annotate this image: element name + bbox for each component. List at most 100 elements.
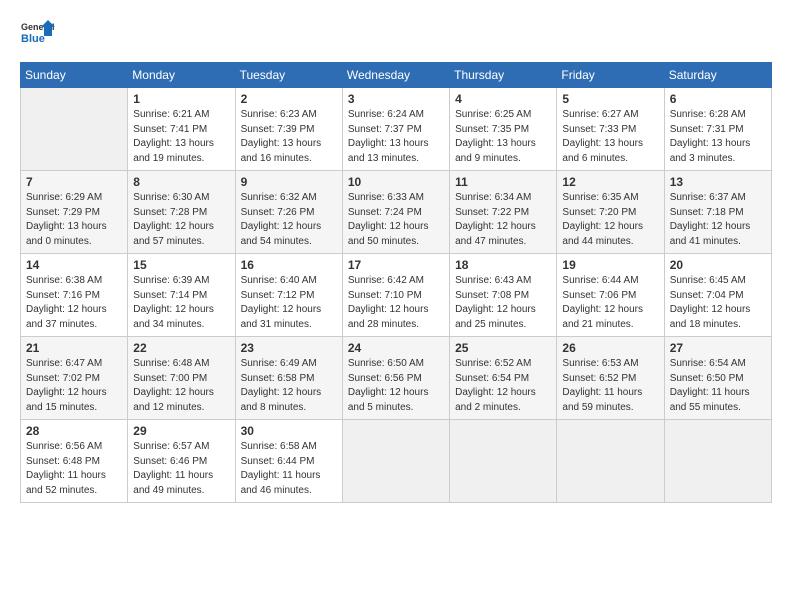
weekday-header-cell: Tuesday <box>235 63 342 88</box>
day-info: Sunrise: 6:32 AMSunset: 7:26 PMDaylight:… <box>241 192 322 247</box>
day-info: Sunrise: 6:52 AMSunset: 6:54 PMDaylight:… <box>455 358 536 413</box>
calendar-week-row: 28 Sunrise: 6:56 AMSunset: 6:48 PMDaylig… <box>21 420 772 503</box>
calendar-week-row: 21 Sunrise: 6:47 AMSunset: 7:02 PMDaylig… <box>21 337 772 420</box>
logo-svg: General Blue <box>20 16 56 52</box>
day-number: 5 <box>562 92 658 106</box>
day-number: 11 <box>455 175 551 189</box>
weekday-header-row: SundayMondayTuesdayWednesdayThursdayFrid… <box>21 63 772 88</box>
calendar-day-cell: 19 Sunrise: 6:44 AMSunset: 7:06 PMDaylig… <box>557 254 664 337</box>
calendar-day-cell: 21 Sunrise: 6:47 AMSunset: 7:02 PMDaylig… <box>21 337 128 420</box>
svg-text:Blue: Blue <box>21 33 45 45</box>
header: General Blue <box>20 16 772 52</box>
calendar-day-cell: 17 Sunrise: 6:42 AMSunset: 7:10 PMDaylig… <box>342 254 449 337</box>
calendar-day-cell: 13 Sunrise: 6:37 AMSunset: 7:18 PMDaylig… <box>664 171 771 254</box>
day-number: 3 <box>348 92 444 106</box>
day-number: 10 <box>348 175 444 189</box>
calendar-day-cell: 27 Sunrise: 6:54 AMSunset: 6:50 PMDaylig… <box>664 337 771 420</box>
calendar-day-cell: 2 Sunrise: 6:23 AMSunset: 7:39 PMDayligh… <box>235 88 342 171</box>
day-info: Sunrise: 6:47 AMSunset: 7:02 PMDaylight:… <box>26 358 107 413</box>
day-number: 19 <box>562 258 658 272</box>
calendar-week-row: 1 Sunrise: 6:21 AMSunset: 7:41 PMDayligh… <box>21 88 772 171</box>
day-number: 21 <box>26 341 122 355</box>
day-number: 14 <box>26 258 122 272</box>
day-info: Sunrise: 6:43 AMSunset: 7:08 PMDaylight:… <box>455 275 536 330</box>
day-info: Sunrise: 6:49 AMSunset: 6:58 PMDaylight:… <box>241 358 322 413</box>
day-number: 22 <box>133 341 229 355</box>
weekday-header-cell: Wednesday <box>342 63 449 88</box>
calendar-day-cell <box>342 420 449 503</box>
page: General Blue SundayMondayTuesdayWednesda… <box>0 0 792 513</box>
calendar-day-cell <box>557 420 664 503</box>
day-info: Sunrise: 6:38 AMSunset: 7:16 PMDaylight:… <box>26 275 107 330</box>
day-number: 1 <box>133 92 229 106</box>
calendar-day-cell: 8 Sunrise: 6:30 AMSunset: 7:28 PMDayligh… <box>128 171 235 254</box>
day-number: 2 <box>241 92 337 106</box>
calendar-day-cell: 29 Sunrise: 6:57 AMSunset: 6:46 PMDaylig… <box>128 420 235 503</box>
day-number: 6 <box>670 92 766 106</box>
calendar-day-cell: 6 Sunrise: 6:28 AMSunset: 7:31 PMDayligh… <box>664 88 771 171</box>
day-info: Sunrise: 6:48 AMSunset: 7:00 PMDaylight:… <box>133 358 214 413</box>
calendar-day-cell: 14 Sunrise: 6:38 AMSunset: 7:16 PMDaylig… <box>21 254 128 337</box>
calendar-day-cell: 1 Sunrise: 6:21 AMSunset: 7:41 PMDayligh… <box>128 88 235 171</box>
day-number: 4 <box>455 92 551 106</box>
calendar-day-cell: 11 Sunrise: 6:34 AMSunset: 7:22 PMDaylig… <box>450 171 557 254</box>
day-number: 18 <box>455 258 551 272</box>
day-info: Sunrise: 6:35 AMSunset: 7:20 PMDaylight:… <box>562 192 643 247</box>
day-number: 26 <box>562 341 658 355</box>
day-number: 23 <box>241 341 337 355</box>
calendar-day-cell <box>664 420 771 503</box>
day-number: 17 <box>348 258 444 272</box>
calendar-day-cell: 9 Sunrise: 6:32 AMSunset: 7:26 PMDayligh… <box>235 171 342 254</box>
day-number: 8 <box>133 175 229 189</box>
day-info: Sunrise: 6:44 AMSunset: 7:06 PMDaylight:… <box>562 275 643 330</box>
day-info: Sunrise: 6:39 AMSunset: 7:14 PMDaylight:… <box>133 275 214 330</box>
calendar-day-cell: 30 Sunrise: 6:58 AMSunset: 6:44 PMDaylig… <box>235 420 342 503</box>
calendar-day-cell <box>21 88 128 171</box>
calendar-day-cell: 23 Sunrise: 6:49 AMSunset: 6:58 PMDaylig… <box>235 337 342 420</box>
calendar-day-cell <box>450 420 557 503</box>
logo: General Blue <box>20 16 56 52</box>
day-info: Sunrise: 6:40 AMSunset: 7:12 PMDaylight:… <box>241 275 322 330</box>
day-number: 20 <box>670 258 766 272</box>
day-info: Sunrise: 6:56 AMSunset: 6:48 PMDaylight:… <box>26 441 106 496</box>
day-number: 7 <box>26 175 122 189</box>
calendar-day-cell: 16 Sunrise: 6:40 AMSunset: 7:12 PMDaylig… <box>235 254 342 337</box>
day-number: 29 <box>133 424 229 438</box>
day-number: 15 <box>133 258 229 272</box>
calendar-day-cell: 3 Sunrise: 6:24 AMSunset: 7:37 PMDayligh… <box>342 88 449 171</box>
weekday-header-cell: Monday <box>128 63 235 88</box>
day-info: Sunrise: 6:21 AMSunset: 7:41 PMDaylight:… <box>133 109 214 164</box>
day-number: 24 <box>348 341 444 355</box>
calendar-day-cell: 10 Sunrise: 6:33 AMSunset: 7:24 PMDaylig… <box>342 171 449 254</box>
day-info: Sunrise: 6:25 AMSunset: 7:35 PMDaylight:… <box>455 109 536 164</box>
calendar-day-cell: 4 Sunrise: 6:25 AMSunset: 7:35 PMDayligh… <box>450 88 557 171</box>
calendar-day-cell: 12 Sunrise: 6:35 AMSunset: 7:20 PMDaylig… <box>557 171 664 254</box>
calendar-body: 1 Sunrise: 6:21 AMSunset: 7:41 PMDayligh… <box>21 88 772 503</box>
calendar-day-cell: 5 Sunrise: 6:27 AMSunset: 7:33 PMDayligh… <box>557 88 664 171</box>
day-info: Sunrise: 6:29 AMSunset: 7:29 PMDaylight:… <box>26 192 107 247</box>
day-info: Sunrise: 6:58 AMSunset: 6:44 PMDaylight:… <box>241 441 321 496</box>
day-info: Sunrise: 6:28 AMSunset: 7:31 PMDaylight:… <box>670 109 751 164</box>
day-info: Sunrise: 6:57 AMSunset: 6:46 PMDaylight:… <box>133 441 213 496</box>
day-number: 27 <box>670 341 766 355</box>
day-info: Sunrise: 6:50 AMSunset: 6:56 PMDaylight:… <box>348 358 429 413</box>
calendar-table: SundayMondayTuesdayWednesdayThursdayFrid… <box>20 62 772 503</box>
day-info: Sunrise: 6:53 AMSunset: 6:52 PMDaylight:… <box>562 358 642 413</box>
day-number: 12 <box>562 175 658 189</box>
weekday-header-cell: Sunday <box>21 63 128 88</box>
day-info: Sunrise: 6:24 AMSunset: 7:37 PMDaylight:… <box>348 109 429 164</box>
day-number: 16 <box>241 258 337 272</box>
calendar-day-cell: 18 Sunrise: 6:43 AMSunset: 7:08 PMDaylig… <box>450 254 557 337</box>
day-info: Sunrise: 6:45 AMSunset: 7:04 PMDaylight:… <box>670 275 751 330</box>
calendar-day-cell: 15 Sunrise: 6:39 AMSunset: 7:14 PMDaylig… <box>128 254 235 337</box>
calendar-week-row: 7 Sunrise: 6:29 AMSunset: 7:29 PMDayligh… <box>21 171 772 254</box>
weekday-header-cell: Friday <box>557 63 664 88</box>
calendar-week-row: 14 Sunrise: 6:38 AMSunset: 7:16 PMDaylig… <box>21 254 772 337</box>
day-info: Sunrise: 6:33 AMSunset: 7:24 PMDaylight:… <box>348 192 429 247</box>
day-number: 30 <box>241 424 337 438</box>
day-number: 28 <box>26 424 122 438</box>
calendar-day-cell: 26 Sunrise: 6:53 AMSunset: 6:52 PMDaylig… <box>557 337 664 420</box>
day-number: 25 <box>455 341 551 355</box>
day-info: Sunrise: 6:42 AMSunset: 7:10 PMDaylight:… <box>348 275 429 330</box>
calendar-day-cell: 22 Sunrise: 6:48 AMSunset: 7:00 PMDaylig… <box>128 337 235 420</box>
